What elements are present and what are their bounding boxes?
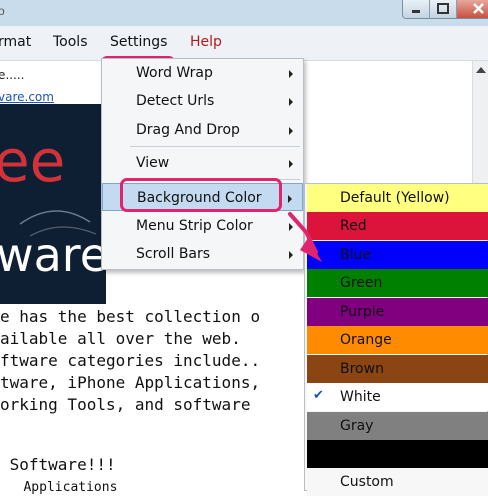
document-text-line: tware, iPhone Applications,	[0, 373, 261, 392]
menu-item-label: View	[136, 155, 170, 171]
color-item-gray[interactable]: Gray	[307, 412, 488, 440]
color-item-green[interactable]: Green	[307, 269, 488, 297]
maximize-icon	[437, 3, 449, 14]
document-link[interactable]: vare.com	[0, 90, 54, 104]
color-item-label: Blue	[340, 247, 371, 263]
menu-format[interactable]: rmat	[0, 34, 31, 50]
color-item-purple[interactable]: Purple	[307, 298, 488, 326]
color-item-white[interactable]: ✔ White	[307, 383, 488, 411]
color-item-label: Green	[340, 275, 383, 291]
document-text-line: ftware categories include..	[0, 351, 261, 370]
minimize-button[interactable]	[403, 0, 430, 18]
color-item-default-yellow[interactable]: Default (Yellow)	[307, 184, 488, 212]
document-text-line: Applications	[0, 480, 118, 495]
menu-item-drag-and-drop[interactable]: Drag And Drop	[102, 116, 303, 144]
background-color-highlight	[120, 178, 282, 212]
color-item-label: Orange	[340, 332, 392, 348]
submenu-arrow-icon	[289, 98, 293, 106]
menu-item-label: Menu Strip Color	[136, 218, 253, 234]
color-item-black[interactable]	[307, 440, 488, 468]
color-item-label: Gray	[340, 418, 374, 434]
submenu-arrow-icon	[289, 70, 293, 78]
document-text-line: Software!!!	[0, 455, 116, 474]
menu-bar: rmat Tools Settings Help	[0, 26, 488, 80]
menu-item-label: Detect Urls	[136, 93, 215, 109]
minimize-icon	[412, 10, 420, 13]
color-item-label: White	[340, 389, 381, 405]
submenu-arrow-icon	[289, 160, 293, 168]
menu-item-label: Scroll Bars	[136, 246, 211, 262]
close-button[interactable]	[457, 0, 488, 18]
color-item-custom[interactable]: Custom	[307, 468, 488, 496]
maximize-button[interactable]	[430, 0, 457, 18]
document-text-line: ailable all over the web.	[0, 329, 241, 348]
window-controls	[402, 0, 488, 19]
title-bar: o	[0, 0, 488, 26]
submenu-arrow-icon	[288, 195, 292, 203]
submenu-arrow-icon	[289, 127, 293, 135]
color-item-orange[interactable]: Orange	[307, 326, 488, 354]
logo-text-bottom: ware	[0, 228, 106, 282]
color-item-brown[interactable]: Brown	[307, 355, 488, 383]
menu-item-scroll-bars[interactable]: Scroll Bars	[102, 240, 303, 268]
color-item-label: Brown	[340, 361, 384, 377]
color-item-label: Red	[340, 218, 367, 234]
close-icon	[473, 3, 484, 14]
window-title: o	[0, 4, 5, 18]
menu-separator	[130, 146, 300, 147]
color-item-label: Custom	[340, 474, 394, 490]
menu-help[interactable]: Help	[190, 34, 222, 50]
menu-settings[interactable]: Settings	[110, 34, 167, 50]
background-color-submenu: Default (Yellow) Red Blue Green Purple O…	[304, 183, 488, 496]
menu-item-menu-strip-color[interactable]: Menu Strip Color	[102, 212, 303, 240]
submenu-arrow-icon	[289, 251, 293, 259]
menu-item-detect-urls[interactable]: Detect Urls	[102, 87, 303, 115]
checkmark-icon: ✔	[313, 388, 324, 403]
logo-image: ee ware	[0, 104, 106, 304]
submenu-arrow-icon	[289, 223, 293, 231]
settings-dropdown: Word Wrap Detect Urls Drag And Drop View…	[101, 58, 304, 270]
document-text-line: e has the best collection o	[0, 307, 261, 326]
scroll-up-icon[interactable]	[476, 67, 486, 73]
menu-item-label: Drag And Drop	[136, 122, 240, 138]
menu-item-view[interactable]: View	[102, 149, 303, 177]
color-item-label: Purple	[340, 304, 385, 320]
color-item-red[interactable]: Red	[307, 212, 488, 240]
document-text-line: orking Tools, and software	[0, 395, 251, 414]
color-item-blue[interactable]: Blue	[307, 241, 488, 269]
menu-tools[interactable]: Tools	[53, 34, 88, 50]
document-text-line: e.....	[0, 68, 25, 82]
color-item-label: Default (Yellow)	[340, 190, 450, 206]
menu-item-label: Word Wrap	[136, 65, 213, 81]
menu-item-word-wrap[interactable]: Word Wrap	[102, 59, 303, 87]
